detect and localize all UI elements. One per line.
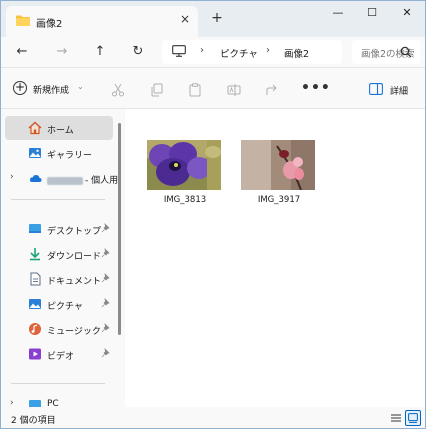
file-explorer-window: 画像2 × + — ☐ ✕ ← → ↑ ↻ › ピクチャ › 画像2 画像2の検… (0, 0, 426, 429)
chevron-right-icon[interactable]: › (10, 172, 14, 182)
tab-title: 画像2 (36, 19, 63, 30)
main-area: ホーム ギャラリー › - 個人用 デスクトップ ダウンロード ドキュメント ピ… (1, 109, 425, 407)
more-options-button[interactable]: ••• (301, 80, 331, 96)
computer-icon (172, 45, 186, 57)
copy-icon[interactable] (150, 83, 164, 97)
music-icon (29, 323, 41, 335)
breadcrumb-separator: › (266, 45, 270, 56)
sidebar-item-label: ビデオ (47, 352, 75, 362)
title-bar: 画像2 × + — ☐ ✕ (1, 1, 425, 37)
pin-icon[interactable] (101, 273, 111, 283)
navigation-pane: ホーム ギャラリー › - 個人用 デスクトップ ダウンロード ドキュメント ピ… (1, 109, 125, 407)
plus-icon: + (13, 80, 27, 95)
redacted-account-name (47, 176, 83, 185)
close-window-button[interactable]: ✕ (396, 5, 418, 21)
tab-active[interactable]: 画像2 × (6, 6, 198, 37)
thumbnail-purple-pansy (147, 140, 221, 190)
sidebar-item-label: ドキュメント (47, 277, 102, 287)
sidebar-item-pictures[interactable]: ピクチャ (5, 292, 113, 316)
rename-icon[interactable] (227, 83, 241, 97)
sidebar-item-documents[interactable]: ドキュメント (5, 267, 113, 291)
pin-icon[interactable] (101, 298, 111, 308)
file-item[interactable]: IMG_3813 (145, 140, 225, 210)
sidebar-item-home[interactable]: ホーム (5, 116, 113, 140)
sidebar-item-label: ホーム (47, 126, 74, 136)
sidebar-scrollbar[interactable] (118, 123, 121, 335)
home-icon (28, 121, 42, 135)
chevron-right-icon[interactable]: › (10, 398, 14, 407)
new-button-label: 新規作成 (33, 86, 70, 96)
search-box[interactable]: 画像2の検索 (352, 40, 420, 64)
pin-icon[interactable] (101, 348, 111, 358)
gallery-icon (29, 148, 41, 158)
file-item[interactable]: IMG_3917 (239, 140, 319, 210)
sidebar-item-label: ダウンロード (47, 252, 102, 262)
breadcrumb-current-folder[interactable]: 画像2 (284, 46, 309, 60)
status-bar: 2 個の項目 (1, 407, 425, 428)
file-name: IMG_3813 (163, 195, 207, 205)
desktop-icon (29, 224, 41, 233)
pc-icon (29, 400, 41, 407)
navigation-bar: ← → ↑ ↻ › ピクチャ › 画像2 画像2の検索 (1, 37, 425, 67)
sidebar-item-label: ギャラリー (47, 151, 93, 161)
back-button[interactable]: ← (13, 43, 31, 61)
minimize-button[interactable]: — (327, 5, 349, 21)
details-view-icon[interactable] (388, 410, 404, 426)
sidebar-item-label: デスクトップ (47, 227, 102, 237)
details-pane-icon (369, 83, 383, 95)
sidebar-item-label: ミュージック (47, 327, 101, 337)
onedrive-icon (30, 175, 42, 182)
new-tab-button[interactable]: + (209, 10, 225, 26)
paste-icon[interactable] (188, 83, 202, 97)
command-bar: + 新規作成 ⌄ ••• 詳細 (1, 67, 425, 109)
details-label: 詳細 (390, 87, 409, 97)
address-bar[interactable]: › ピクチャ › 画像2 (162, 40, 342, 64)
cut-icon[interactable] (111, 83, 125, 97)
sidebar-item-label: - 個人用 (47, 173, 118, 186)
sidebar-item-gallery[interactable]: ギャラリー (5, 141, 113, 165)
download-icon (30, 248, 40, 261)
refresh-button[interactable]: ↻ (129, 43, 147, 61)
forward-button[interactable]: → (53, 43, 71, 61)
pin-icon[interactable] (101, 223, 111, 233)
sidebar-item-label: PC (47, 399, 59, 407)
large-icons-view-icon (408, 413, 418, 423)
chevron-down-icon: ⌄ (77, 82, 84, 91)
breadcrumb-pictures[interactable]: ピクチャ (220, 46, 258, 60)
pin-icon[interactable] (101, 248, 111, 258)
sidebar-item-downloads[interactable]: ダウンロード (5, 242, 113, 266)
pictures-icon (29, 299, 41, 309)
folder-icon (16, 15, 30, 26)
file-list: IMG_3813 IMG_3917 (125, 109, 425, 407)
sidebar-item-label-text: - 個人用 (85, 176, 119, 186)
item-count: 2 個の項目 (11, 416, 56, 426)
close-tab-icon[interactable]: × (178, 12, 192, 26)
maximize-button[interactable]: ☐ (361, 5, 383, 21)
videos-icon (29, 348, 41, 360)
sidebar-item-label: ピクチャ (47, 302, 83, 312)
thumbnail-pink-bud (241, 140, 315, 190)
sidebar-item-onedrive[interactable]: › - 個人用 (5, 166, 118, 190)
sidebar-item-videos[interactable]: ビデオ (5, 342, 113, 366)
sidebar-item-pc[interactable]: › PC (5, 396, 113, 407)
sidebar-divider (11, 383, 105, 384)
pin-icon[interactable] (101, 323, 111, 333)
search-icon (400, 46, 412, 58)
share-icon[interactable] (265, 83, 279, 97)
large-icons-view-button[interactable] (405, 410, 421, 426)
breadcrumb-separator: › (200, 45, 204, 56)
documents-icon (30, 272, 41, 286)
sidebar-item-desktop[interactable]: デスクトップ (5, 217, 113, 241)
up-button[interactable]: ↑ (91, 43, 109, 61)
sidebar-divider (11, 199, 105, 200)
sidebar-item-music[interactable]: ミュージック (5, 317, 113, 341)
file-name: IMG_3917 (257, 195, 301, 205)
